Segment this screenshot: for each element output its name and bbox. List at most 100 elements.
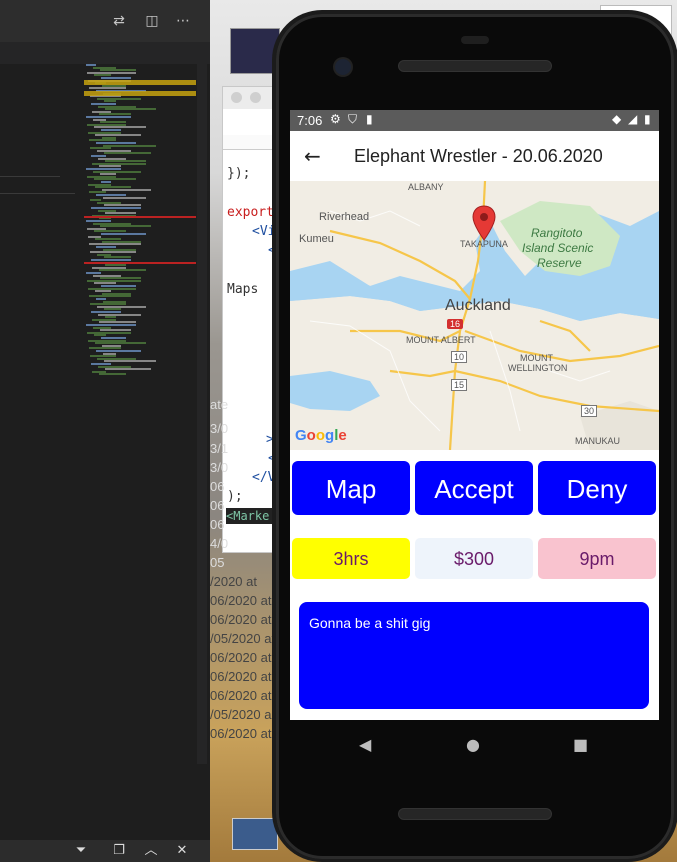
list-item: 06/2020 at <box>210 650 272 665</box>
list-item: 06/2020 at <box>210 593 272 608</box>
minimap-line <box>105 108 156 111</box>
map-label-rangitoto: Rangitoto <box>531 226 583 240</box>
map-button[interactable]: Map <box>292 461 410 515</box>
route-shield-16: 16 <box>447 319 464 329</box>
editor-panel-bar: ⏷ ❐ ︿ ✕ <box>0 840 210 862</box>
divider <box>0 193 75 194</box>
minimap-line <box>103 196 146 199</box>
status-bar: 7:06 ⚙ ⛉ ▮ ◆ ◢ ▮ <box>290 110 659 131</box>
list-item: /05/2020 at <box>210 631 276 646</box>
phone-screen: 7:06 ⚙ ⛉ ▮ ◆ ◢ ▮ ← Elephant Wrestler - 2… <box>290 110 659 720</box>
sd-card-icon: ▮ <box>366 112 373 126</box>
map-label-albany: ALBANY <box>408 182 444 192</box>
map-label-auckland: Auckland <box>445 297 511 314</box>
front-camera-icon <box>335 59 351 75</box>
list-item: 06 <box>210 479 225 494</box>
list-item: 06/2020 at <box>210 612 272 627</box>
action-buttons: Map Accept Deny <box>290 461 659 515</box>
code-line: <Marke <box>226 508 278 524</box>
map-label-manukau: MANUKAU <box>575 436 621 446</box>
map-label-kumeu: Kumeu <box>299 233 334 245</box>
list-item: 06/2020 at <box>210 688 272 703</box>
gig-note-text: Gonna be a shit gig <box>309 615 431 631</box>
list-item: 06/2020 at <box>210 726 272 741</box>
minimap-line <box>102 188 151 191</box>
split-editor-icon[interactable]: ◫ <box>143 12 161 30</box>
minimap-line <box>99 373 126 376</box>
map-label-reserve: Reserve <box>537 256 582 270</box>
minimap-line <box>101 233 146 235</box>
gig-note: Gonna be a shit gig <box>299 602 649 709</box>
page-title: Elephant Wrestler - 20.06.2020 <box>354 146 603 166</box>
minimap-line <box>105 368 151 371</box>
deny-button[interactable]: Deny <box>538 461 656 515</box>
route-shield-15: 15 <box>451 379 468 391</box>
code-line: ); <box>227 489 243 504</box>
list-item: 06/2020 at <box>210 669 272 684</box>
minimap-line <box>104 152 151 155</box>
nav-recents-icon[interactable]: ■ <box>573 735 588 754</box>
app-bar: ← Elephant Wrestler - 20.06.2020 <box>290 131 659 181</box>
battery-icon: ▮ <box>644 112 651 126</box>
list-item: 06 <box>210 498 225 513</box>
code-line: Maps <box>227 282 259 297</box>
map-label-riverhead: Riverhead <box>319 211 370 223</box>
map-view[interactable]: ALBANY Riverhead Kumeu TAKAPUNA Rangitot… <box>290 181 659 450</box>
pay-chip: $300 <box>415 538 533 579</box>
map-pin-icon[interactable] <box>472 205 496 241</box>
minimap-line <box>104 360 156 363</box>
editor-tabs <box>0 42 210 64</box>
nav-home-icon[interactable]: ● <box>466 735 480 754</box>
list-item: 3/1 <box>210 441 229 456</box>
chevron-up-icon[interactable]: ︿ <box>142 842 160 860</box>
arrow-back-icon[interactable]: ← <box>304 144 328 168</box>
list-item: 3/0 <box>210 460 229 475</box>
android-nav-bar: ◀ ● ■ <box>290 720 659 768</box>
editor-minimap[interactable] <box>82 64 197 384</box>
more-actions-icon[interactable]: ⋯ <box>174 12 192 30</box>
status-time: 7:06 <box>297 113 323 128</box>
duration-chip: 3hrs <box>292 538 410 579</box>
list-item: 3/0 <box>210 421 229 436</box>
map-label-mount-albert: MOUNT ALBERT <box>406 335 476 345</box>
list-item: 06 <box>210 517 225 532</box>
map-label-island-scenic: Island Scenic <box>522 241 594 255</box>
list-item: 05 <box>210 555 225 570</box>
compare-changes-icon[interactable]: ⇄ <box>110 12 128 30</box>
editor-scrollbar[interactable] <box>197 64 207 764</box>
close-icon[interactable]: ✕ <box>173 842 191 860</box>
list-item: ate <box>210 397 229 412</box>
accept-button[interactable]: Accept <box>415 461 533 515</box>
bottom-speaker <box>398 808 552 820</box>
time-chip: 9pm <box>538 538 656 579</box>
settings-icon: ⚙ <box>330 112 341 126</box>
route-shield-30: 30 <box>581 405 598 417</box>
minimap-line <box>100 225 151 228</box>
list-item: 4/0 <box>210 536 229 551</box>
desktop-thumbnail[interactable] <box>232 818 278 850</box>
minimap-error-line <box>84 216 196 218</box>
route-shield-10: 10 <box>451 351 468 363</box>
wifi-icon: ◆ <box>612 112 622 126</box>
window-minimize-button[interactable] <box>250 92 261 103</box>
google-logo: Google <box>295 427 347 444</box>
filter-icon[interactable]: ⏷ <box>72 842 90 860</box>
minimap-line <box>99 269 146 272</box>
minimap-error-line <box>84 262 196 264</box>
code-line: }); <box>227 166 251 181</box>
copy-icon[interactable]: ❐ <box>110 842 128 860</box>
shield-icon: ⛉ <box>348 112 358 126</box>
code-editor-window: ⇄ ◫ ⋯ ⏷ ❐ ︿ ✕ <box>0 0 210 862</box>
minimap-highlight <box>84 80 196 85</box>
nav-back-icon[interactable]: ◀ <box>359 735 371 754</box>
list-item: /2020 at <box>210 574 257 589</box>
minimap-highlight <box>84 91 196 96</box>
list-item: /05/2020 a <box>210 707 272 722</box>
proximity-sensor <box>461 36 489 44</box>
earpiece-speaker <box>398 60 552 72</box>
map-label-mount: MOUNT <box>520 353 553 363</box>
window-close-button[interactable] <box>231 92 242 103</box>
divider <box>0 176 60 177</box>
map-label-wellington: WELLINGTON <box>508 363 568 373</box>
editor-titlebar: ⇄ ◫ ⋯ <box>0 0 210 42</box>
